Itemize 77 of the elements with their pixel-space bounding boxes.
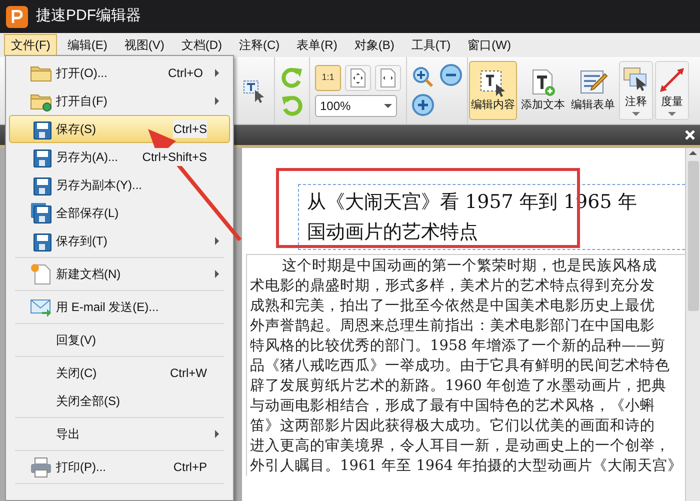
menu-item-label: 新建文档(N): [56, 266, 121, 283]
menu-item[interactable]: 新建文档(N): [9, 260, 230, 288]
menu-bar-item[interactable]: 文档(D): [174, 34, 229, 56]
menu-item-label: 回复(V): [56, 332, 96, 349]
vertical-scrollbar[interactable]: [685, 148, 700, 501]
document-text-line: 品《猪八戒吃西瓜》一举成功。由于它具有鲜明的民间艺术特色: [250, 356, 671, 376]
document-text-line: 进入更高的审美境界，令人耳目一新，是动画史上的一个创举，: [250, 436, 671, 456]
document-text-line: 外引人瞩目。1961 年至 1964 年拍摄的大型动画片《大闹天宫》: [250, 456, 684, 476]
fit-page-icon: [350, 68, 366, 88]
menu-item-label: 打印(P)...: [56, 459, 106, 476]
tool-button[interactable]: 添加文本: [519, 61, 567, 120]
minus-circle-icon[interactable]: [439, 63, 463, 87]
menu-item-label: 另存为(A)...: [56, 149, 118, 166]
menu-shortcut: Ctrl+S: [173, 120, 207, 138]
menu-bar-item[interactable]: 表单(R): [290, 34, 344, 56]
view-mode-button[interactable]: [375, 64, 401, 90]
document-text-line: 笛》这两部影片因此获得极大成功。它们以优美的画面和诗的: [250, 416, 656, 436]
menu-item[interactable]: 打开自(F): [9, 87, 230, 115]
menu-shortcut: Ctrl+Shift+S: [142, 148, 207, 166]
dropdown-caret-icon: [384, 104, 392, 108]
menu-bar-item[interactable]: 注释(C): [232, 34, 287, 56]
document-text-line: 外声誉鹊起。周恩来总理生前指出：美术电影部门在中国电影: [250, 316, 656, 336]
menu-item-label: 另存为副本(Y)...: [56, 177, 142, 194]
menu-item[interactable]: 保存到(T): [9, 227, 230, 255]
zoom-dropdown[interactable]: 100%: [315, 94, 397, 116]
menu-item-label: 保存到(T): [56, 233, 108, 250]
document-title-line: 国动画片的艺术特点: [307, 220, 479, 245]
fit-width-icon: [380, 68, 396, 88]
menu-item-label: 关闭全部(S): [56, 393, 120, 410]
menu-item[interactable]: 保存(S) Ctrl+S: [9, 115, 230, 143]
menu-item[interactable]: 回复(V): [9, 326, 230, 354]
document-text-line: 这个时期是中国动画的第一个繁荣时期，也是民族风格成: [281, 257, 658, 276]
plus-circle-icon[interactable]: [411, 92, 435, 116]
menu-item-label: 导出: [56, 426, 80, 443]
menu-item[interactable]: 打印(P)... Ctrl+P: [9, 453, 230, 481]
menu-item[interactable]: 关闭(C) Ctrl+W: [9, 359, 230, 387]
view-mode-button[interactable]: [345, 64, 371, 90]
floppy-disks-icon: [30, 202, 52, 224]
menu-item-label: 关闭(C): [56, 365, 97, 382]
menu-bar-item[interactable]: 编辑(E): [60, 34, 114, 56]
document-text-line: 特风格的比较优秀的部门。1958 年增添了一个新的品种——剪: [250, 336, 667, 356]
ruler-arrow-icon: [657, 65, 687, 95]
close-icon[interactable]: [684, 129, 696, 141]
tool-button[interactable]: 度量: [655, 61, 689, 120]
tool-button[interactable]: 编辑内容: [469, 61, 517, 120]
menu-item[interactable]: 关闭全部(S): [9, 387, 230, 415]
document-text-line: 成熟和完美，拍出了一批至今依然是中国美术电影历史上最优: [250, 296, 656, 316]
document-text-line: 术电影的鼎盛时期，形式多样，美术片的艺术特点得到充分发: [250, 276, 656, 296]
menu-item-label: 打开(O)...: [56, 65, 108, 82]
menu-item[interactable]: 用 E-mail 发送(E)...: [9, 293, 230, 321]
menu-bar-item[interactable]: 视图(V): [117, 34, 172, 56]
menu-item-label: 打开自(F): [56, 93, 108, 110]
menu-bar-item[interactable]: 文件(F): [4, 34, 58, 56]
menu-item[interactable]: 导出: [9, 420, 230, 448]
menu-item-label: 全部保存(L): [56, 205, 119, 222]
document-text-line: 辟了发展剪纸片艺术的新路。1960 年创造了水墨动画片，把典: [250, 376, 668, 396]
menu-item-label: 用 E-mail 发送(E)...: [56, 299, 159, 316]
menu-item[interactable]: 全部保存(L): [9, 199, 230, 227]
document-text-line: 与动画电影相结合，形成了最有中国特色的艺术风格，《小蝌: [250, 397, 656, 416]
menu-item[interactable]: 另存为副本(Y)...: [9, 171, 230, 199]
text-select-icon[interactable]: [242, 78, 266, 102]
menu-item[interactable]: 另存为(A)... Ctrl+Shift+S: [9, 143, 230, 171]
scroll-up-icon[interactable]: [689, 151, 697, 155]
menu-bar-item[interactable]: 对象(B): [347, 34, 402, 56]
tool-button[interactable]: 编辑表单: [569, 61, 617, 120]
scrollbar-thumb[interactable]: [688, 161, 698, 311]
printer-icon: [30, 456, 52, 478]
window-title: 捷速PDF编辑器: [36, 6, 141, 26]
zoom-in-icon[interactable]: [411, 64, 435, 88]
new-document-icon: [30, 263, 52, 285]
menu-bar-item[interactable]: 窗口(W): [460, 34, 518, 56]
menu-bar-item[interactable]: 工具(T): [404, 34, 458, 56]
menu-item-label: 保存(S): [56, 121, 96, 138]
app-logo-icon: [6, 6, 28, 28]
tool-button[interactable]: 注释: [619, 61, 653, 120]
view-mode-button[interactable]: 1:1: [315, 64, 341, 90]
menu-item[interactable]: 打开(O)... Ctrl+O: [9, 59, 230, 87]
